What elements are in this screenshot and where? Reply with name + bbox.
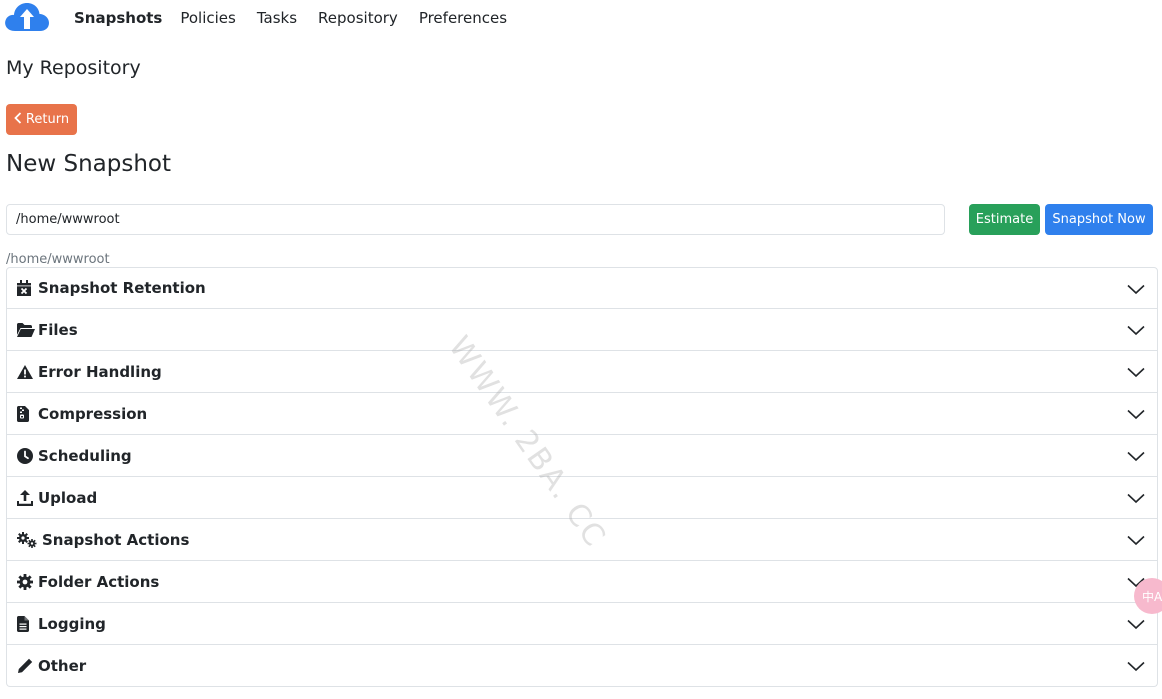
nav-preferences[interactable]: Preferences — [419, 9, 507, 27]
section-scheduling[interactable]: Scheduling — [6, 435, 1158, 477]
snapshot-now-button[interactable]: Snapshot Now — [1045, 204, 1153, 235]
section-snapshot-actions[interactable]: Snapshot Actions — [6, 519, 1158, 561]
estimate-button[interactable]: Estimate — [969, 204, 1040, 235]
chevron-down-icon[interactable] — [1127, 281, 1145, 295]
section-label: Snapshot Retention — [38, 279, 206, 297]
section-logging[interactable]: Logging — [6, 603, 1158, 645]
section-label: Compression — [38, 404, 148, 423]
section-label: Upload — [38, 488, 98, 507]
translate-badge[interactable]: 中A — [1134, 578, 1162, 614]
resolved-path-hint: /home/wwwroot — [6, 252, 110, 267]
chevron-down-icon[interactable] — [1127, 616, 1145, 630]
upload-icon — [17, 489, 35, 506]
nav-repository[interactable]: Repository — [318, 9, 398, 27]
section-other[interactable]: Other — [6, 645, 1158, 687]
section-label: Snapshot Actions — [42, 530, 190, 549]
section-compression[interactable]: Compression — [6, 393, 1158, 435]
section-label: Logging — [38, 614, 106, 633]
top-navbar: Snapshots Policies Tasks Repository Pref… — [0, 0, 1162, 36]
chevron-down-icon[interactable] — [1127, 406, 1145, 420]
section-files[interactable]: Files — [6, 309, 1158, 351]
section-label: Scheduling — [38, 446, 132, 465]
repository-title: My Repository — [6, 57, 141, 79]
chevron-down-icon[interactable] — [1127, 448, 1145, 462]
chevron-left-icon — [14, 111, 22, 128]
section-folder-actions[interactable]: Folder Actions — [6, 561, 1158, 603]
folder-open-icon — [17, 322, 35, 338]
section-snapshot-retention[interactable]: Snapshot Retention — [6, 267, 1158, 309]
warning-icon — [17, 364, 35, 380]
nav-snapshots[interactable]: Snapshots — [74, 9, 162, 27]
chevron-down-icon[interactable] — [1127, 322, 1145, 336]
path-input[interactable] — [6, 204, 945, 235]
return-button[interactable]: Return — [6, 104, 77, 135]
file-zipper-icon — [17, 405, 35, 422]
chevron-down-icon[interactable] — [1127, 532, 1145, 546]
gears-icon — [17, 531, 39, 548]
section-label: Other — [38, 656, 87, 675]
pencil-icon — [17, 658, 35, 674]
calendar-x-icon — [17, 280, 35, 296]
section-label: Folder Actions — [38, 572, 160, 591]
section-error-handling[interactable]: Error Handling — [6, 351, 1158, 393]
chevron-down-icon[interactable] — [1127, 490, 1145, 504]
gear-icon — [17, 573, 35, 590]
clock-icon — [17, 447, 35, 464]
section-upload[interactable]: Upload — [6, 477, 1158, 519]
chevron-down-icon[interactable] — [1127, 364, 1145, 378]
file-lines-icon — [17, 615, 35, 632]
policy-sections: Snapshot Retention Files Error Handling … — [6, 267, 1158, 687]
nav-policies[interactable]: Policies — [180, 9, 235, 27]
return-label: Return — [25, 112, 70, 127]
section-label: Files — [38, 320, 78, 339]
nav-tasks[interactable]: Tasks — [257, 9, 297, 27]
page-heading: New Snapshot — [6, 151, 171, 177]
chevron-down-icon[interactable] — [1127, 658, 1145, 672]
cloud-upload-icon[interactable] — [4, 2, 50, 32]
section-label: Error Handling — [38, 362, 162, 381]
